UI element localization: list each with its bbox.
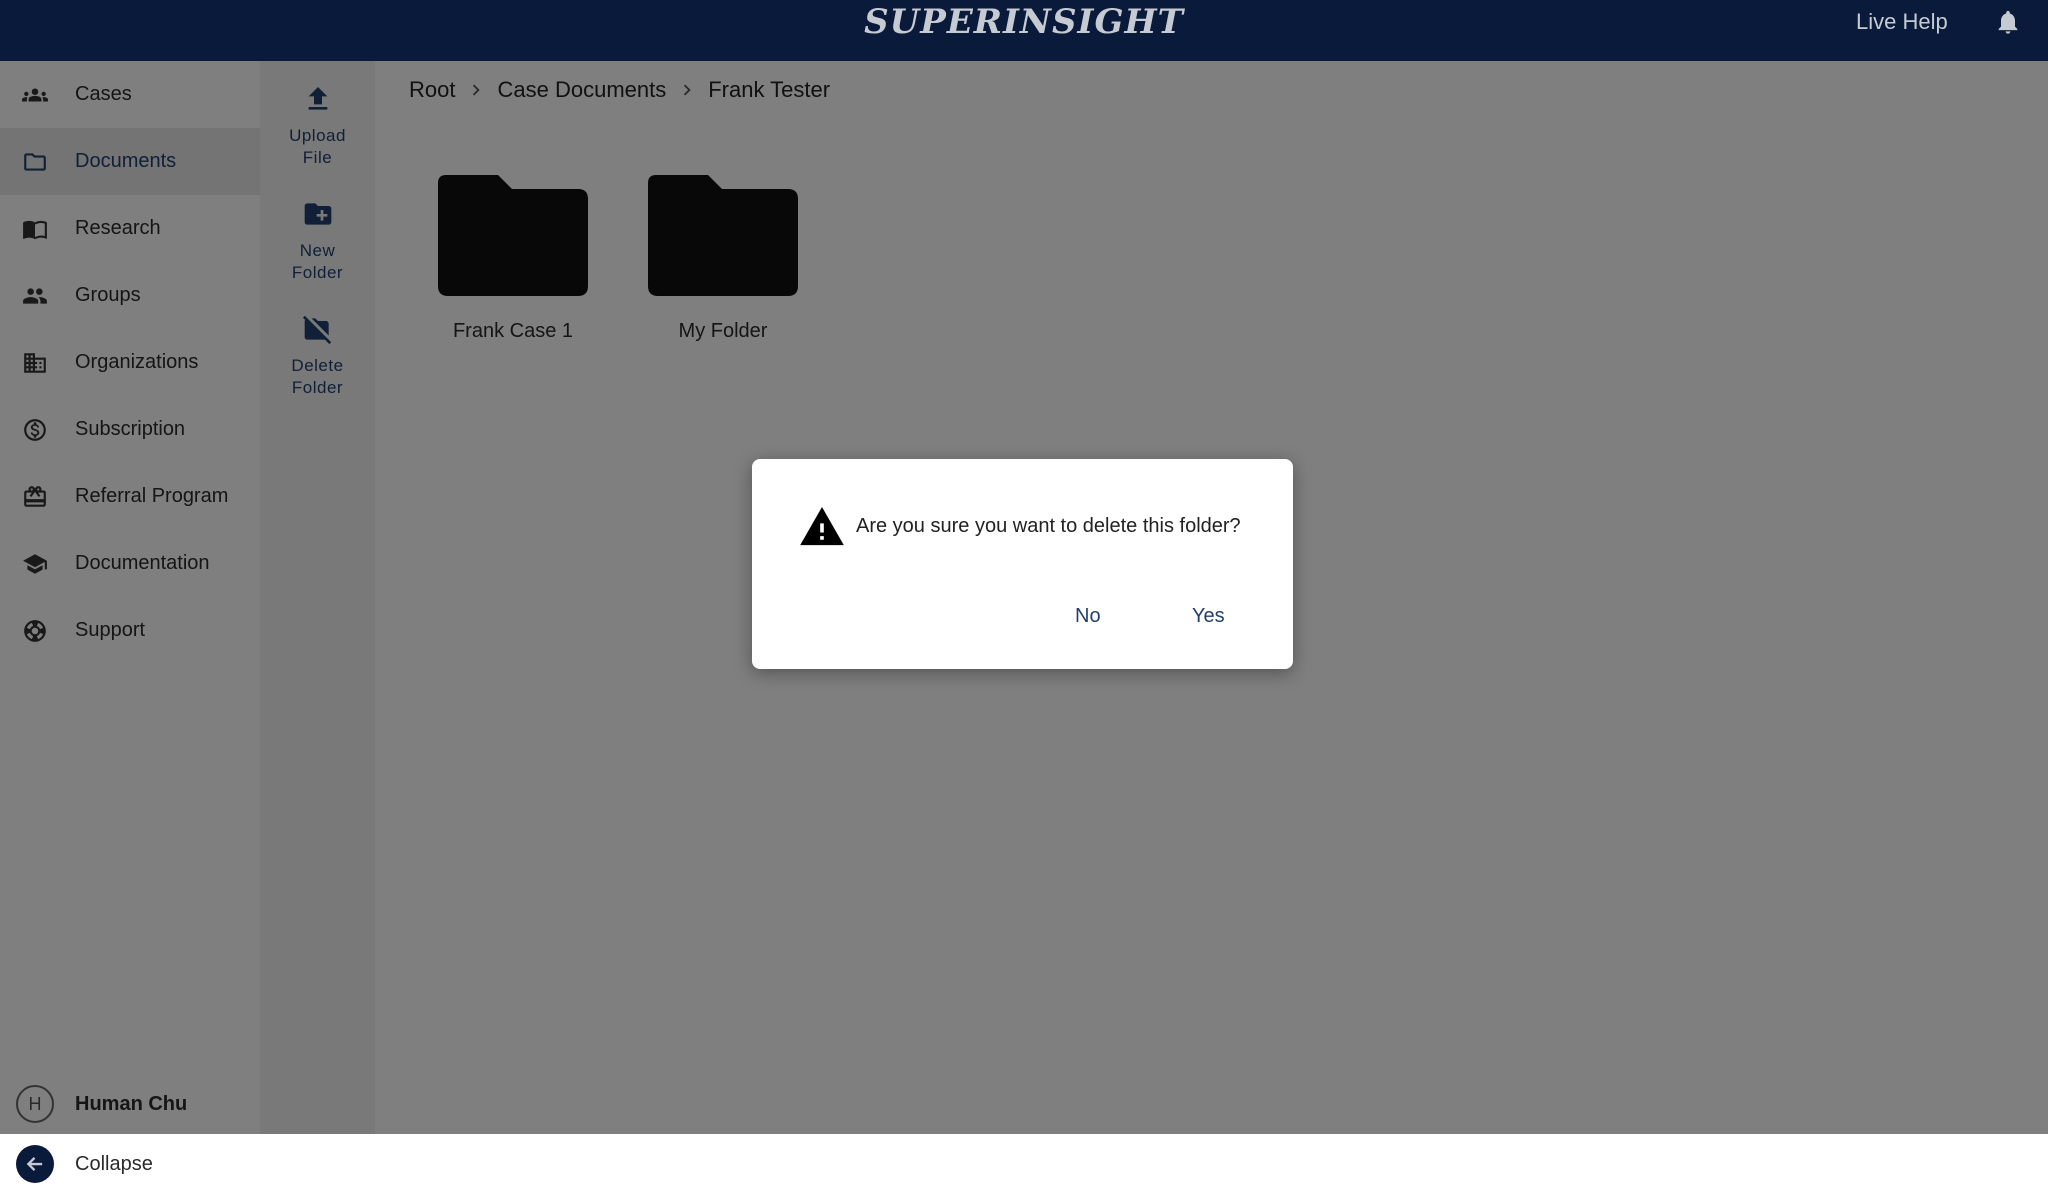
confirm-delete-dialog: Are you sure you want to delete this fol… [752, 459, 1293, 669]
warning-icon [800, 507, 844, 546]
collapse-label: Collapse [75, 1153, 153, 1175]
arrow-left-icon [16, 1145, 54, 1183]
top-bar: SUPERINSIGHT Live Help [0, 0, 2048, 61]
bell-icon[interactable] [1994, 8, 2022, 36]
no-button[interactable]: No [1065, 599, 1111, 634]
live-help-link[interactable]: Live Help [1856, 9, 1948, 35]
yes-button[interactable]: Yes [1182, 599, 1235, 634]
collapse-sidebar-button[interactable]: Collapse [0, 1135, 260, 1191]
app-logo[interactable]: SUPERINSIGHT [0, 0, 2048, 44]
dialog-message: Are you sure you want to delete this fol… [856, 515, 1241, 537]
